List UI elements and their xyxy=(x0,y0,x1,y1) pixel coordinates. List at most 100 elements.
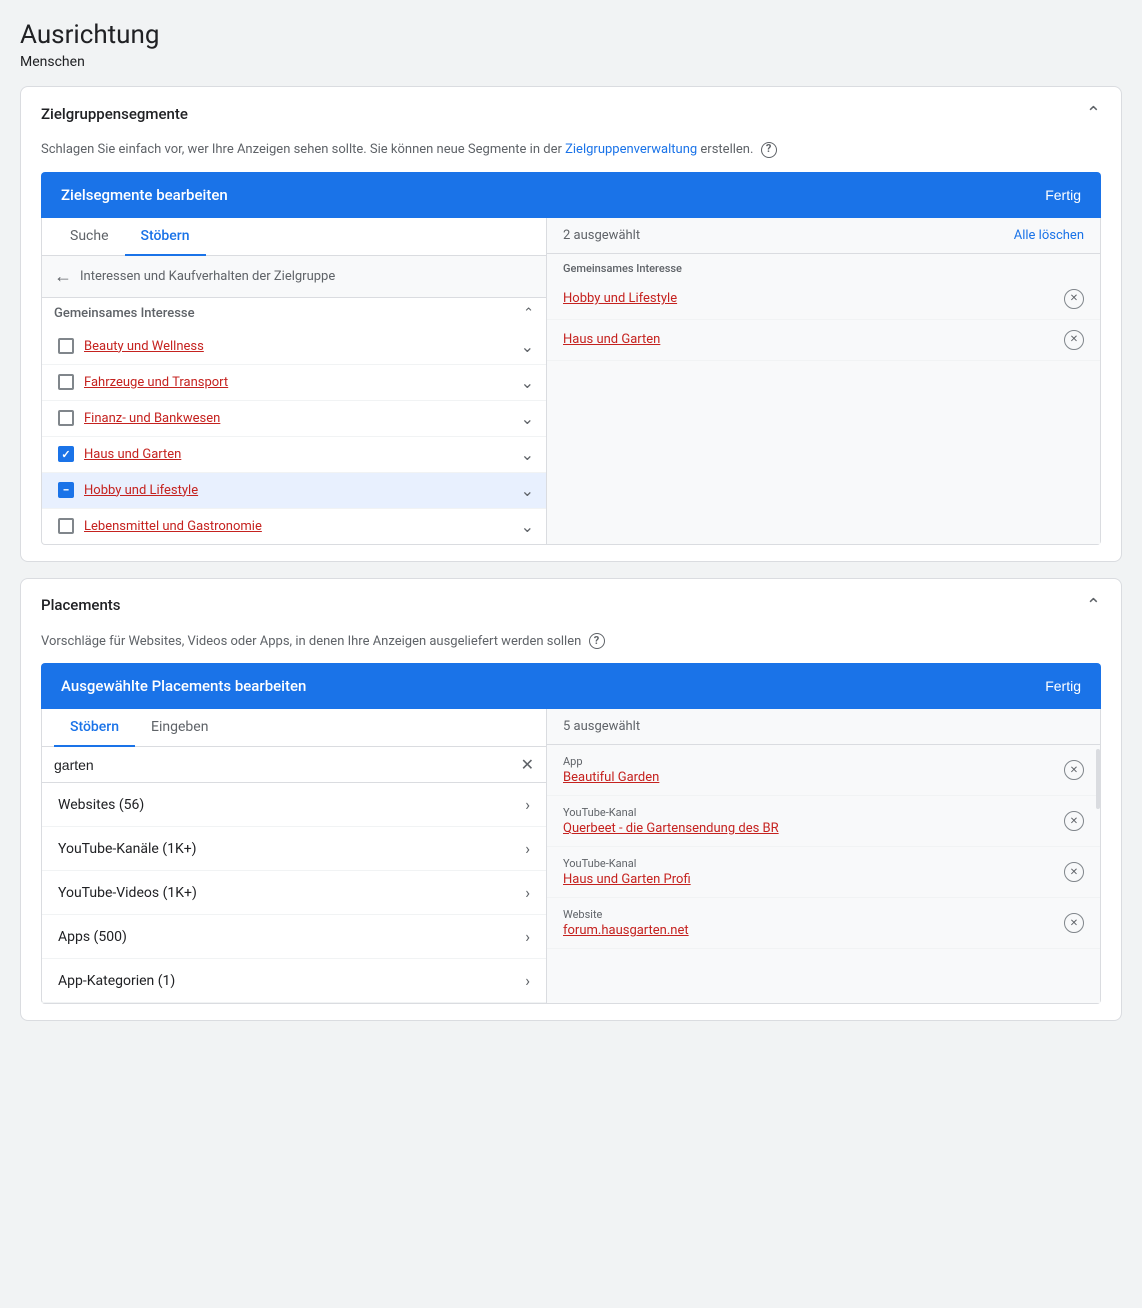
chevron-right-apps-icon: › xyxy=(525,927,530,946)
placements-desc: Vorschläge für Websites, Videos oder App… xyxy=(41,632,1101,652)
zielgruppen-left-panel: Suche Stöbern ← Interessen und Kaufverha… xyxy=(42,218,547,544)
remove-hobby-button[interactable] xyxy=(1064,289,1084,309)
placement-row-yt-kanaele[interactable]: YouTube-Kanäle (1K+) › xyxy=(42,827,546,871)
placements-edit-header: Ausgewählte Placements bearbeiten Fertig xyxy=(41,663,1101,709)
chevron-down-beauty-icon[interactable]: ⌄ xyxy=(521,337,534,356)
chevron-right-yt-kanaele-icon: › xyxy=(525,839,530,858)
selected-item-haus-label[interactable]: Haus und Garten xyxy=(563,332,660,347)
zielgruppen-edit-header: Zielsegmente bearbeiten Fertig xyxy=(41,172,1101,218)
placements-chevron-icon: ⌃ xyxy=(1086,595,1101,616)
scrollbar-indicator xyxy=(1096,749,1100,809)
zielgruppen-card-header[interactable]: Zielgruppensegmente ⌃ xyxy=(21,87,1121,140)
remove-beautiful-garden-button[interactable] xyxy=(1064,760,1084,780)
remove-haus-garten-profi-button[interactable] xyxy=(1064,862,1084,882)
placement-info-forum: Website forum.hausgarten.net xyxy=(563,908,1064,938)
checkbox-hobby[interactable] xyxy=(58,482,74,498)
remove-querbeet-button[interactable] xyxy=(1064,811,1084,831)
placement-row-apps[interactable]: Apps (500) › xyxy=(42,915,546,959)
placement-label-websites: Websites (56) xyxy=(58,797,144,813)
placements-right-panel-header: 5 ausgewählt xyxy=(547,709,1100,745)
chevron-right-websites-icon: › xyxy=(525,795,530,814)
category-label-haus[interactable]: Haus und Garten xyxy=(84,447,181,462)
placements-card-body: Vorschläge für Websites, Videos oder App… xyxy=(21,632,1121,1021)
chevron-down-lebensmittel-icon[interactable]: ⌄ xyxy=(521,517,534,536)
tab-placements-stoebern[interactable]: Stöbern xyxy=(54,709,135,747)
placements-left-panel: Stöbern Eingeben ✕ Websites (56) › YouTu… xyxy=(42,709,547,1003)
zielgruppen-desc-link[interactable]: Zielgruppenverwaltung xyxy=(565,142,697,157)
placement-row-websites[interactable]: Websites (56) › xyxy=(42,783,546,827)
chevron-down-haus-icon[interactable]: ⌄ xyxy=(521,445,534,464)
placement-label-app-kategorien: App-Kategorien (1) xyxy=(58,973,175,989)
chevron-down-fahrzeuge-icon[interactable]: ⌄ xyxy=(521,373,534,392)
breadcrumb-text: Interessen und Kaufverhalten der Zielgru… xyxy=(80,269,335,284)
placements-title: Placements xyxy=(41,596,121,614)
checkbox-fahrzeuge[interactable] xyxy=(58,374,74,390)
placements-help-icon[interactable]: ? xyxy=(589,633,605,649)
checkbox-finanz[interactable] xyxy=(58,410,74,426)
placements-card-header[interactable]: Placements ⌃ xyxy=(21,579,1121,632)
category-item-lebensmittel: Lebensmittel und Gastronomie ⌄ xyxy=(42,509,546,544)
selected-item-hobby-label[interactable]: Hobby und Lifestyle xyxy=(563,291,677,306)
category-left-lebensmittel: Lebensmittel und Gastronomie xyxy=(58,518,262,534)
placements-card: Placements ⌃ Vorschläge für Websites, Vi… xyxy=(20,578,1122,1022)
placement-label-yt-videos: YouTube-Videos (1K+) xyxy=(58,885,197,901)
tab-stoebern[interactable]: Stöbern xyxy=(125,218,206,256)
placement-type-yt-kanal-2: YouTube-Kanal xyxy=(563,857,1064,870)
clear-all-link[interactable]: Alle löschen xyxy=(1014,228,1084,243)
zielgruppen-chevron-icon: ⌃ xyxy=(1086,103,1101,124)
category-left-haus: Haus und Garten xyxy=(58,446,181,462)
category-label-hobby[interactable]: Hobby und Lifestyle xyxy=(84,483,198,498)
checkbox-haus[interactable] xyxy=(58,446,74,462)
checkbox-lebensmittel[interactable] xyxy=(58,518,74,534)
placements-tabs: Stöbern Eingeben xyxy=(42,709,546,747)
category-label-finanz[interactable]: Finanz- und Bankwesen xyxy=(84,411,220,426)
zielgruppen-desc: Schlagen Sie einfach vor, wer Ihre Anzei… xyxy=(41,140,1101,160)
placements-edit-title: Ausgewählte Placements bearbeiten xyxy=(61,677,306,695)
placement-selected-forum: Website forum.hausgarten.net xyxy=(547,898,1100,949)
category-group-chevron-icon: ⌃ xyxy=(523,306,534,321)
checkbox-beauty[interactable] xyxy=(58,338,74,354)
help-icon[interactable]: ? xyxy=(761,142,777,158)
category-list: Beauty und Wellness ⌄ Fahrzeuge und Tran… xyxy=(42,329,546,544)
selected-item-haus: Haus und Garten xyxy=(547,320,1100,361)
placement-type-app: App xyxy=(563,755,1064,768)
placement-row-yt-videos[interactable]: YouTube-Videos (1K+) › xyxy=(42,871,546,915)
zielgruppen-desc-end: erstellen. xyxy=(697,142,753,157)
category-item-finanz: Finanz- und Bankwesen ⌄ xyxy=(42,401,546,437)
category-item-hobby: Hobby und Lifestyle ⌄ xyxy=(42,473,546,509)
remove-haus-button[interactable] xyxy=(1064,330,1084,350)
placements-search-clear-icon[interactable]: ✕ xyxy=(521,755,534,774)
chevron-right-app-kategorien-icon: › xyxy=(525,971,530,990)
placements-fertig-button[interactable]: Fertig xyxy=(1045,678,1081,694)
placement-name-beautiful-garden[interactable]: Beautiful Garden xyxy=(563,770,1064,785)
breadcrumb-row: ← Interessen und Kaufverhalten der Zielg… xyxy=(42,256,546,298)
placement-name-haus-garten-profi[interactable]: Haus und Garten Profi xyxy=(563,872,1064,887)
placement-name-querbeet[interactable]: Querbeet - die Gartensendung des BR xyxy=(563,821,1064,836)
right-section-label: Gemeinsames Interesse xyxy=(547,254,1100,279)
placements-search-input[interactable] xyxy=(54,757,513,773)
placement-type-yt-kanal-1: YouTube-Kanal xyxy=(563,806,1064,819)
placement-row-app-kategorien[interactable]: App-Kategorien (1) › xyxy=(42,959,546,1003)
category-group-label: Gemeinsames Interesse xyxy=(54,306,195,321)
zielgruppen-fertig-button[interactable]: Fertig xyxy=(1045,187,1081,203)
placement-type-website: Website xyxy=(563,908,1064,921)
tab-placements-eingeben[interactable]: Eingeben xyxy=(135,709,224,747)
back-arrow-icon[interactable]: ← xyxy=(54,266,72,287)
placement-label-apps: Apps (500) xyxy=(58,929,127,945)
placement-info-querbeet: YouTube-Kanal Querbeet - die Gartensendu… xyxy=(563,806,1064,836)
chevron-down-finanz-icon[interactable]: ⌄ xyxy=(521,409,534,428)
zielgruppen-two-panel: Suche Stöbern ← Interessen und Kaufverha… xyxy=(41,218,1101,545)
category-label-beauty[interactable]: Beauty und Wellness xyxy=(84,339,204,354)
selected-count: 2 ausgewählt xyxy=(563,228,640,243)
placement-selected-haus-garten-profi: YouTube-Kanal Haus und Garten Profi xyxy=(547,847,1100,898)
category-left-beauty: Beauty und Wellness xyxy=(58,338,204,354)
remove-forum-button[interactable] xyxy=(1064,913,1084,933)
category-label-fahrzeuge[interactable]: Fahrzeuge und Transport xyxy=(84,375,228,390)
category-label-lebensmittel[interactable]: Lebensmittel und Gastronomie xyxy=(84,519,262,534)
tab-suche[interactable]: Suche xyxy=(54,218,125,256)
page-subtitle: Menschen xyxy=(20,54,1122,70)
placements-two-panel: Stöbern Eingeben ✕ Websites (56) › YouTu… xyxy=(41,709,1101,1004)
chevron-down-hobby-icon[interactable]: ⌄ xyxy=(521,481,534,500)
placements-desc-text: Vorschläge für Websites, Videos oder App… xyxy=(41,634,581,649)
placement-name-forum[interactable]: forum.hausgarten.net xyxy=(563,923,1064,938)
